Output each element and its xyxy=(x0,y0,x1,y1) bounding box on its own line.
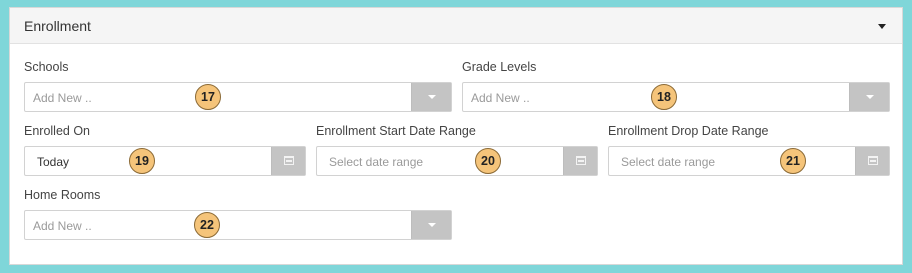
chevron-down-icon xyxy=(428,223,436,227)
schools-label: Schools xyxy=(24,60,69,74)
grade-levels-dropdown-toggle[interactable] xyxy=(849,83,889,111)
enrolled-on-label: Enrolled On xyxy=(24,124,91,138)
enrollment-drop-label: Enrollment Drop Date Range xyxy=(608,124,769,138)
grade-levels-label: Grade Levels xyxy=(462,60,537,74)
callout-badge-19: 19 xyxy=(129,148,155,174)
enrollment-drop-calendar-button[interactable] xyxy=(855,147,889,175)
schools-dropdown-toggle[interactable] xyxy=(411,83,451,111)
enrollment-drop-date-range-field[interactable]: Select date range xyxy=(608,146,890,176)
callout-badge-22: 22 xyxy=(194,212,220,238)
enrolled-on-date-field[interactable]: Today xyxy=(24,146,306,176)
enrollment-drop-placeholder: Select date range xyxy=(621,155,716,169)
enrollment-start-date-range-field[interactable]: Select date range xyxy=(316,146,598,176)
schools-select[interactable]: Add New .. xyxy=(24,82,452,112)
enrolled-on-calendar-button[interactable] xyxy=(271,147,305,175)
caret-down-icon[interactable] xyxy=(878,24,886,29)
home-rooms-dropdown-toggle[interactable] xyxy=(411,211,451,239)
enrollment-start-calendar-button[interactable] xyxy=(563,147,597,175)
panel-title: Enrollment xyxy=(24,18,91,34)
home-rooms-label: Home Rooms xyxy=(24,188,101,202)
panel-header[interactable]: Enrollment xyxy=(10,8,902,44)
enrolled-on-value: Today xyxy=(37,155,70,169)
home-rooms-placeholder: Add New .. xyxy=(33,219,92,233)
callout-badge-18: 18 xyxy=(651,84,677,110)
callout-badge-21: 21 xyxy=(780,148,806,174)
chevron-down-icon xyxy=(428,95,436,99)
enrollment-start-placeholder: Select date range xyxy=(329,155,424,169)
grade-levels-placeholder: Add New .. xyxy=(471,91,530,105)
schools-placeholder: Add New .. xyxy=(33,91,92,105)
enrollment-panel: Enrollment Schools Add New .. Grade Leve… xyxy=(9,7,903,265)
callout-badge-20: 20 xyxy=(475,148,501,174)
callout-badge-17: 17 xyxy=(195,84,221,110)
enrollment-start-label: Enrollment Start Date Range xyxy=(316,124,476,138)
calendar-icon xyxy=(284,156,294,165)
calendar-icon xyxy=(576,156,586,165)
home-rooms-select[interactable]: Add New .. xyxy=(24,210,452,240)
calendar-icon xyxy=(868,156,878,165)
chevron-down-icon xyxy=(866,95,874,99)
